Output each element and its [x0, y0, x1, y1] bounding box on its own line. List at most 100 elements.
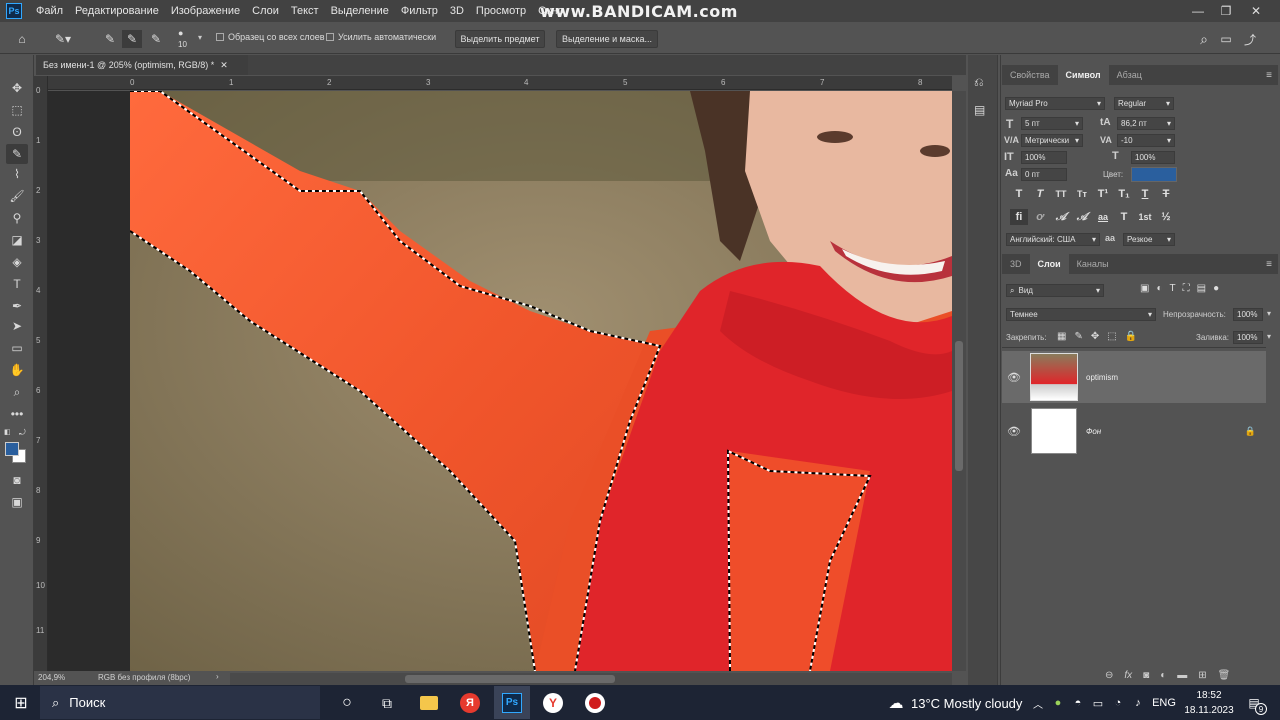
- fill-field[interactable]: 100%: [1233, 331, 1263, 344]
- brush-dot-icon[interactable]: ●: [178, 28, 183, 38]
- horizontal-scroll-thumb[interactable]: [405, 675, 615, 683]
- tray-shield-icon[interactable]: ◓: [1070, 690, 1086, 716]
- auto-enhance-checkbox[interactable]: Усилить автоматически: [326, 32, 436, 42]
- default-colors-icon[interactable]: ◧: [4, 428, 13, 437]
- zoom-level[interactable]: 204,9%: [38, 673, 65, 682]
- brush-tool-icon[interactable]: 🖌: [6, 186, 28, 206]
- menu-layer[interactable]: Слои: [246, 5, 285, 17]
- menu-filter[interactable]: Фильтр: [395, 5, 444, 17]
- quick-mask-icon[interactable]: ◙: [6, 470, 28, 490]
- subscript-icon[interactable]: T₁: [1115, 186, 1133, 202]
- yandex-browser-icon[interactable]: Я: [457, 690, 483, 716]
- menu-type[interactable]: Текст: [285, 5, 325, 17]
- network-icon[interactable]: ◔: [1110, 690, 1126, 716]
- photoshop-logo-icon[interactable]: Ps: [6, 3, 22, 19]
- menu-select[interactable]: Выделение: [325, 5, 395, 17]
- tab-3d[interactable]: 3D: [1002, 254, 1030, 274]
- select-and-mask-button[interactable]: Выделение и маска...: [556, 30, 658, 48]
- marquee-tool-icon[interactable]: ⬚: [6, 100, 28, 120]
- task-view-icon[interactable]: ⧉: [374, 690, 400, 716]
- leading-field[interactable]: 86,2 пт ▾: [1117, 117, 1175, 130]
- add-to-selection-icon[interactable]: ✎: [122, 30, 142, 48]
- all-caps-icon[interactable]: TT: [1052, 186, 1070, 202]
- language-select[interactable]: Английский: США ▾: [1006, 233, 1100, 246]
- brush-size[interactable]: 10: [178, 40, 187, 49]
- lock-artboard-icon[interactable]: ⬚: [1107, 331, 1116, 342]
- titling-icon[interactable]: aa: [1094, 209, 1112, 225]
- ordinals-icon[interactable]: 1st: [1136, 209, 1154, 225]
- filter-smart-object-icon[interactable]: ▤: [1197, 283, 1206, 294]
- workspace-icon[interactable]: ▭: [1216, 30, 1236, 48]
- new-group-icon[interactable]: ▬: [1177, 670, 1187, 681]
- delete-layer-icon[interactable]: 🗑: [1218, 670, 1231, 681]
- document-tab[interactable]: Без имени-1 @ 205% (optimism, RGB/8) * ✕: [36, 55, 248, 75]
- hand-tool-icon[interactable]: ✋: [6, 360, 28, 380]
- add-mask-icon[interactable]: ◙: [1143, 670, 1149, 681]
- visibility-eye-icon[interactable]: 👁: [1002, 371, 1026, 384]
- clock-date[interactable]: 18.11.2023: [1181, 705, 1237, 716]
- opacity-field[interactable]: 100%: [1233, 308, 1263, 321]
- small-caps-icon[interactable]: Tт: [1073, 186, 1091, 202]
- clock-time[interactable]: 18:52: [1183, 690, 1235, 701]
- path-selection-tool-icon[interactable]: ➤: [6, 316, 28, 336]
- tab-layers[interactable]: Слои: [1029, 254, 1069, 274]
- file-explorer-icon[interactable]: [416, 690, 442, 716]
- vertical-scroll-thumb[interactable]: [955, 341, 963, 471]
- menu-image[interactable]: Изображение: [165, 5, 246, 17]
- weather-text[interactable]: 13°C Mostly cloudy: [911, 690, 1023, 716]
- kerning-field[interactable]: Метрически ▾: [1021, 134, 1083, 147]
- menu-edit[interactable]: Редактирование: [69, 5, 165, 17]
- lock-transparent-icon[interactable]: ▦: [1057, 331, 1066, 342]
- pen-tool-icon[interactable]: ✒: [6, 296, 28, 316]
- gradient-tool-icon[interactable]: ◈: [6, 252, 28, 272]
- photoshop-taskbar-icon[interactable]: Ps: [494, 686, 530, 719]
- subtract-from-selection-icon[interactable]: ✎: [146, 30, 166, 48]
- underline-icon[interactable]: T: [1136, 186, 1154, 202]
- baseline-shift-field[interactable]: 0 пт: [1021, 168, 1067, 181]
- tray-app-icon[interactable]: ●: [1050, 690, 1066, 716]
- font-family-select[interactable]: Myriad Pro ▾: [1005, 97, 1105, 110]
- rectangle-tool-icon[interactable]: ▭: [6, 338, 28, 358]
- close-icon[interactable]: ✕: [1242, 0, 1270, 22]
- bandicam-record-icon[interactable]: [582, 690, 608, 716]
- font-style-select[interactable]: Regular ▾: [1114, 97, 1174, 110]
- layers-panel-menu-icon[interactable]: ≡: [1266, 259, 1272, 270]
- menu-view[interactable]: Просмотр: [470, 5, 532, 17]
- swash-icon[interactable]: 𝒜: [1052, 209, 1070, 225]
- layer-name[interactable]: optimism: [1086, 373, 1118, 382]
- more-tools-icon[interactable]: •••: [6, 404, 28, 424]
- visibility-eye-icon[interactable]: 👁: [1002, 425, 1026, 438]
- new-selection-icon[interactable]: ✎: [100, 30, 120, 48]
- properties-icon[interactable]: ▤: [974, 103, 985, 117]
- layer-row-optimism[interactable]: 👁 optimism: [1002, 351, 1266, 403]
- zoom-tool-icon[interactable]: ⌕: [6, 382, 28, 402]
- eyedropper-tool-icon[interactable]: ⌇: [6, 164, 28, 184]
- ligature-icon[interactable]: ﬁ: [1010, 209, 1028, 225]
- restore-icon[interactable]: ❐: [1212, 0, 1240, 22]
- adjustment-layer-icon[interactable]: ◐: [1160, 670, 1166, 681]
- faux-bold-icon[interactable]: T: [1010, 186, 1028, 202]
- old-style-icon[interactable]: ơ: [1031, 209, 1049, 225]
- font-size-field[interactable]: 5 пт ▾: [1021, 117, 1083, 130]
- link-layers-icon[interactable]: ⊖: [1105, 670, 1113, 681]
- filter-shape-icon[interactable]: ⛶: [1183, 283, 1190, 294]
- windows-start-icon[interactable]: ⊞: [8, 690, 34, 716]
- weather-cloudy-icon[interactable]: ☁: [884, 690, 908, 716]
- lasso-tool-icon[interactable]: ʘ: [6, 122, 28, 142]
- quick-selection-tool-icon[interactable]: ✎: [6, 144, 28, 164]
- fill-dropdown-icon[interactable]: ▾: [1267, 332, 1271, 341]
- show-hidden-icons-icon[interactable]: ︿: [1030, 690, 1046, 716]
- status-arrow-icon[interactable]: ›: [216, 672, 219, 681]
- move-tool-icon[interactable]: ✥: [6, 78, 28, 98]
- close-document-icon[interactable]: ✕: [220, 60, 228, 71]
- taskbar-search[interactable]: ⌕ Поиск: [40, 686, 320, 719]
- new-layer-icon[interactable]: ⊞: [1198, 670, 1206, 681]
- lock-all-icon[interactable]: 🔒: [1125, 331, 1137, 342]
- strikethrough-icon[interactable]: T: [1157, 186, 1175, 202]
- filter-pixel-icon[interactable]: ▣: [1140, 283, 1149, 294]
- tab-character[interactable]: Символ: [1057, 65, 1109, 85]
- document-profile[interactable]: RGB без профиля (8bpc): [98, 673, 190, 682]
- layer-style-fx-icon[interactable]: fx: [1124, 670, 1132, 681]
- panel-menu-icon[interactable]: ≡: [1266, 70, 1272, 81]
- document-canvas[interactable]: [130, 91, 952, 671]
